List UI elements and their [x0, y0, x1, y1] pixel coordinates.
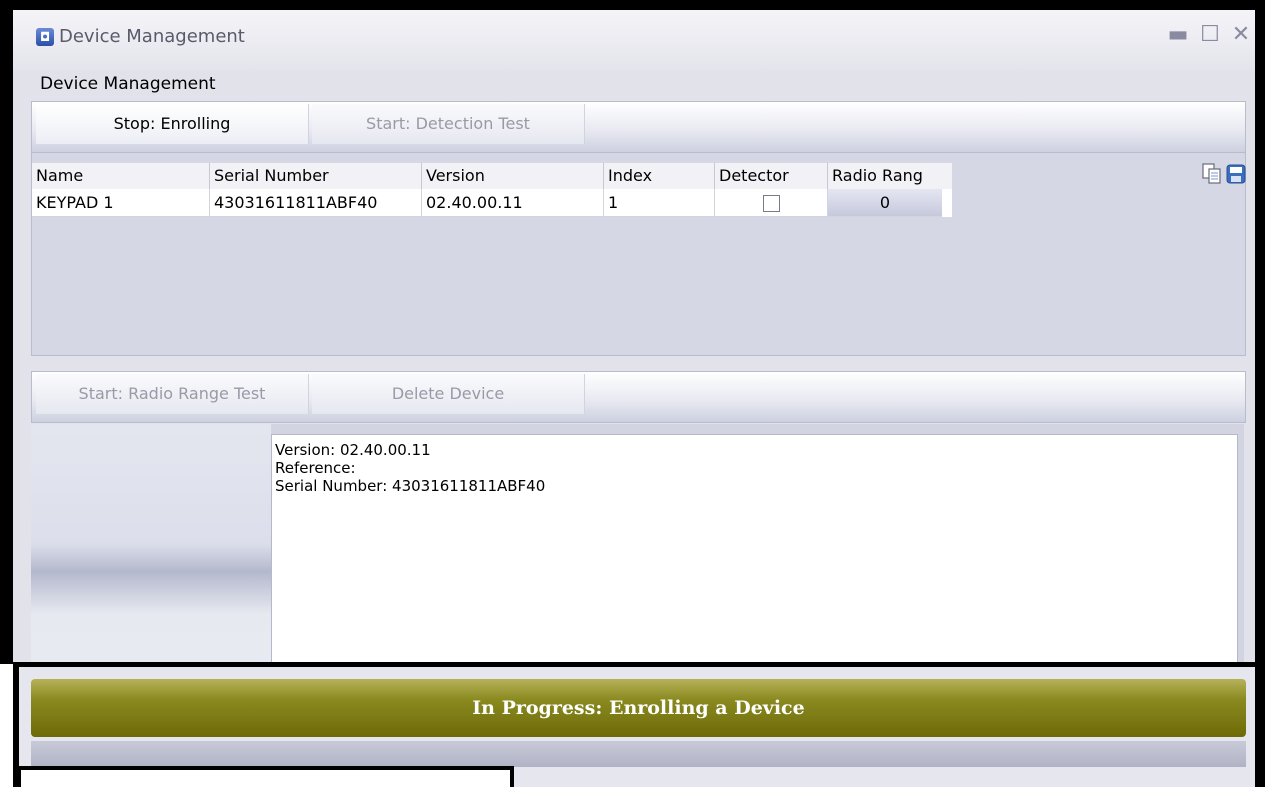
device-actions-toolbar: Start: Radio Range Test Delete Device	[31, 371, 1246, 423]
window-title: Device Management	[59, 26, 245, 47]
copy-icon[interactable]	[1202, 163, 1222, 185]
status-strip	[31, 741, 1246, 767]
progress-status-text: In Progress: Enrolling a Device	[472, 697, 805, 719]
grid-header: Name Serial Number Version Index Detecto…	[32, 163, 952, 189]
cell-index[interactable]: 1	[603, 189, 714, 217]
device-grid: Name Serial Number Version Index Detecto…	[31, 152, 1246, 356]
column-header-radio-range[interactable]: Radio Rang	[827, 163, 942, 189]
app-icon: ◘	[36, 28, 54, 46]
column-header-version[interactable]: Version	[421, 163, 603, 189]
column-header-serial-number[interactable]: Serial Number	[209, 163, 421, 189]
detail-reference: Reference:	[275, 459, 356, 477]
enroll-toolbar: Stop: Enrolling Start: Detection Test	[31, 101, 1246, 153]
frame-border-left	[0, 0, 13, 664]
title-bar[interactable]: ◘ Device Management ▬ ☐ ✕	[13, 10, 1255, 70]
callout-box	[17, 766, 514, 787]
column-header-detector[interactable]: Detector	[714, 163, 827, 189]
frame-border-top	[0, 0, 1265, 10]
delete-device-button[interactable]: Delete Device	[312, 374, 585, 414]
device-management-window: ◘ Device Management ▬ ☐ ✕ Device Managem…	[13, 10, 1255, 664]
cell-serial-number[interactable]: 43031611811ABF40	[209, 189, 421, 217]
table-row[interactable]: KEYPAD 1 43031611811ABF40 02.40.00.11 1 …	[32, 189, 952, 217]
details-text-box[interactable]: Version: 02.40.00.11 Reference: Serial N…	[271, 434, 1238, 664]
cell-radio-range[interactable]: 0	[827, 189, 942, 217]
cell-detector	[714, 189, 827, 217]
device-details-panel: Version: 02.40.00.11 Reference: Serial N…	[31, 424, 1244, 664]
start-detection-test-button[interactable]: Start: Detection Test	[312, 104, 585, 144]
minimize-button[interactable]: ▬	[1165, 22, 1191, 48]
section-label: Device Management	[40, 74, 216, 94]
cell-version[interactable]: 02.40.00.11	[421, 189, 603, 217]
progress-bar: In Progress: Enrolling a Device	[31, 679, 1246, 737]
start-radio-range-test-button[interactable]: Start: Radio Range Test	[36, 374, 309, 414]
cell-name[interactable]: KEYPAD 1	[32, 189, 209, 217]
stop-enrolling-button[interactable]: Stop: Enrolling	[36, 104, 309, 144]
save-icon[interactable]	[1226, 163, 1246, 185]
maximize-button[interactable]: ☐	[1197, 22, 1223, 48]
detail-version: Version: 02.40.00.11	[275, 441, 431, 459]
frame-border-right	[1255, 0, 1265, 787]
detector-checkbox[interactable]	[763, 195, 780, 212]
details-side-panel	[31, 424, 271, 662]
close-button[interactable]: ✕	[1228, 22, 1254, 48]
column-header-index[interactable]: Index	[603, 163, 714, 189]
column-header-name[interactable]: Name	[32, 163, 209, 189]
detail-serial-number: Serial Number: 43031611811ABF40	[275, 477, 546, 495]
